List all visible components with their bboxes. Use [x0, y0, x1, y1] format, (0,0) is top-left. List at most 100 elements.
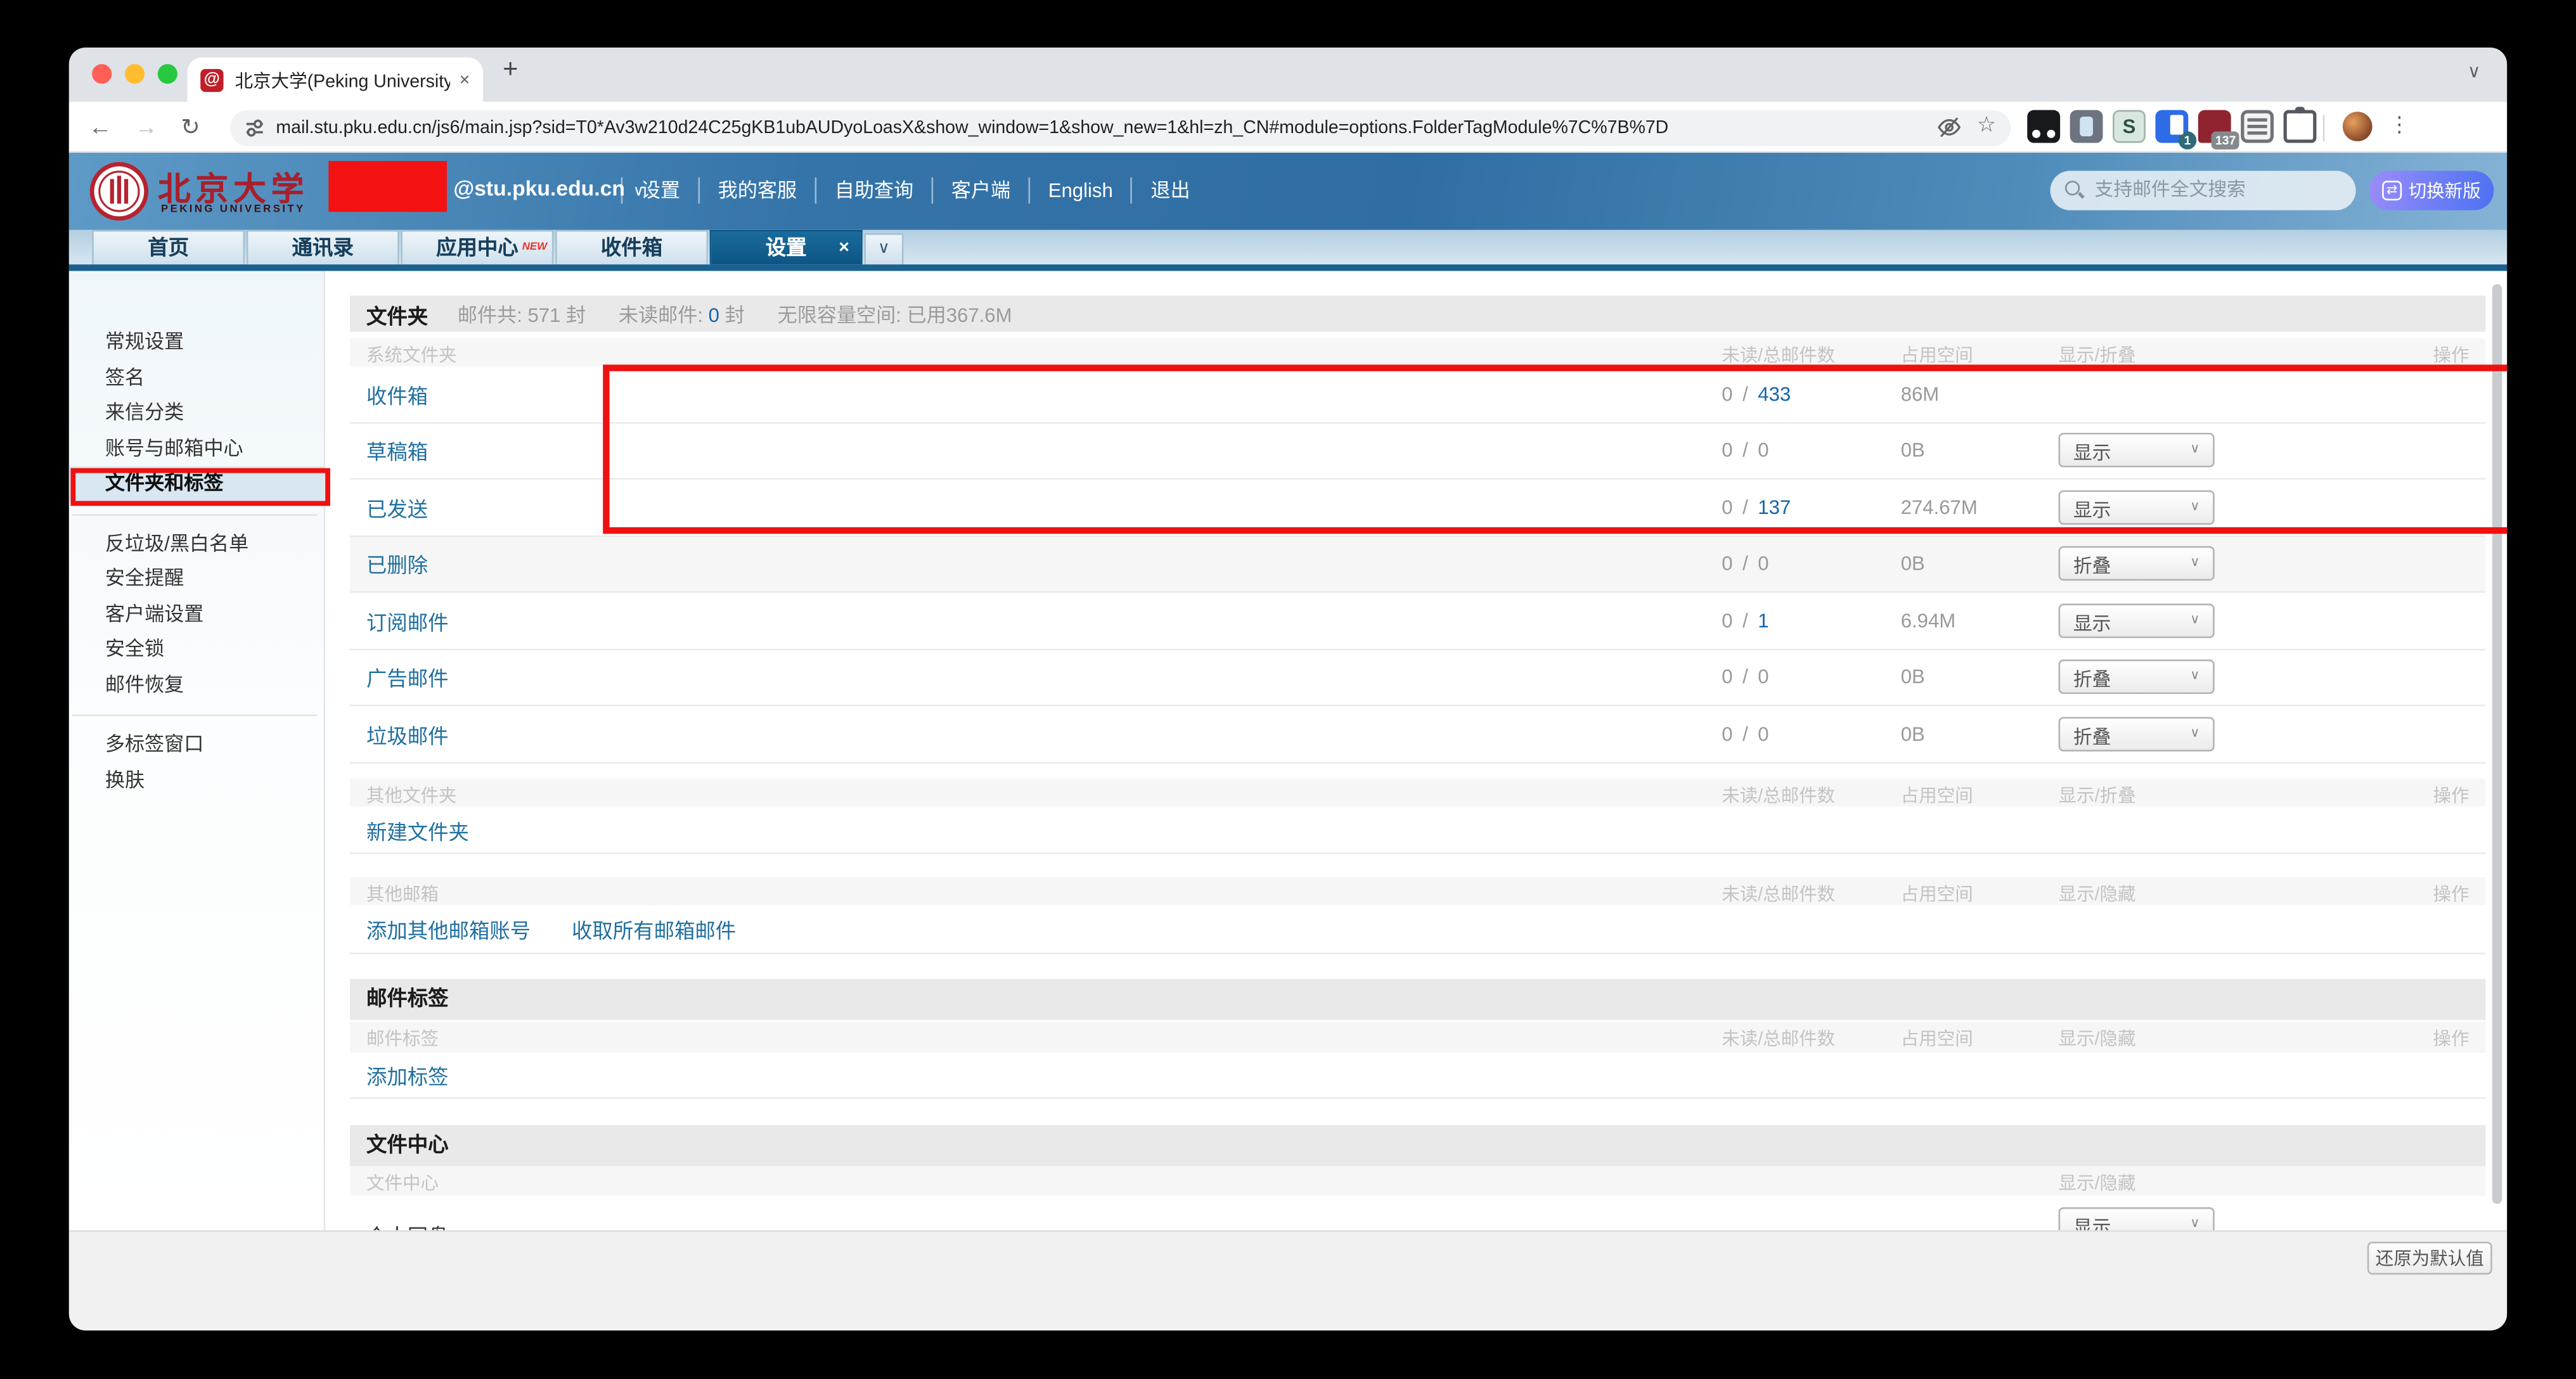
mail-tab[interactable]: 应用中心 NEW: [401, 230, 553, 264]
tab-overview-icon[interactable]: ∨: [2468, 61, 2481, 82]
folder-settings-content: 文件夹 邮件共: 571 封 未读邮件: 0 封 无限容量空间: 已用367.6…: [325, 271, 2507, 1231]
display-dropdown[interactable]: 折叠 ∨: [2059, 660, 2215, 694]
mail-tags-header: 邮件标签 未读/总邮件数 占用空间 显示/隐藏 操作: [350, 1022, 2485, 1053]
header-nav-link[interactable]: English: [1029, 177, 1131, 203]
site-settings-icon[interactable]: [243, 117, 266, 139]
size-cell: 0B: [1901, 722, 1925, 745]
mailbox-action-link[interactable]: 添加其他邮箱账号: [366, 913, 531, 944]
bookmark-star-icon[interactable]: ☆: [1977, 112, 1996, 138]
browser-menu-icon[interactable]: ⋮: [2388, 112, 2410, 138]
header-nav-link[interactable]: 我的客服: [699, 177, 815, 203]
extension-icon[interactable]: [2241, 110, 2274, 143]
header-nav-link[interactable]: 设置: [621, 177, 699, 203]
extension-icon[interactable]: S: [2113, 110, 2146, 143]
display-dropdown[interactable]: 显示 ∨: [2059, 603, 2215, 638]
mailbox-action-link[interactable]: 收取所有邮箱邮件: [572, 913, 736, 944]
eye-off-icon[interactable]: [1937, 115, 1962, 139]
table-row: 草稿箱 0/0 0B 显示 ∨: [350, 423, 2485, 479]
stat-unread-mail: 未读邮件: 0 封: [619, 300, 745, 328]
mail-tab[interactable]: 设置 ×: [710, 230, 863, 264]
back-button[interactable]: ←: [89, 113, 112, 139]
new-tab-button[interactable]: +: [503, 56, 518, 86]
redacted-account-name: [328, 161, 447, 212]
extension-badge: 1: [2179, 131, 2197, 150]
size-cell: 86M: [1901, 382, 1940, 405]
add-tag-link[interactable]: 添加标签: [366, 1060, 449, 1091]
size-cell: 6.94M: [1901, 609, 1955, 632]
folder-link[interactable]: 已删除: [366, 548, 428, 579]
page-title: 文件夹: [366, 298, 428, 329]
folder-link[interactable]: 收件箱: [366, 378, 428, 409]
mail-tab-close-icon[interactable]: ×: [839, 231, 849, 266]
sidebar-item[interactable]: 安全提醒: [69, 561, 324, 597]
unread-total-cell: 0/137: [1722, 496, 1791, 518]
chevron-down-icon: ∨: [2190, 555, 2199, 569]
unread-total-cell: 0/1: [1722, 609, 1768, 632]
sidebar-item[interactable]: 安全锁: [69, 632, 324, 668]
address-bar[interactable]: mail.stu.pku.edu.cn/js6/main.jsp?sid=T0*…: [230, 110, 2011, 146]
sidebar-item[interactable]: 账号与邮箱中心: [69, 431, 324, 466]
display-dropdown[interactable]: 显示 ∨: [2059, 490, 2215, 524]
folder-link[interactable]: 草稿箱: [366, 435, 428, 466]
table-row: 收件箱 0/433 86M: [350, 366, 2485, 423]
mail-tab-overflow[interactable]: ∨: [864, 233, 903, 264]
extension-icon[interactable]: [2284, 110, 2317, 143]
reset-defaults-button[interactable]: 还原为默认值: [2367, 1241, 2492, 1274]
extension-icon[interactable]: [2027, 110, 2060, 143]
mail-tab[interactable]: 首页: [92, 230, 245, 264]
display-dropdown[interactable]: 折叠 ∨: [2059, 546, 2215, 580]
pku-mail-favicon: @: [200, 68, 223, 91]
header-nav-link[interactable]: 客户端: [932, 177, 1029, 203]
sidebar-item[interactable]: 文件夹和标签: [69, 466, 324, 502]
sidebar-item[interactable]: 客户端设置: [69, 597, 324, 632]
new-folder-link[interactable]: 新建文件夹: [366, 814, 469, 845]
traffic-light-minimize[interactable]: [125, 64, 145, 84]
browser-toolbar: ← → ↻ mail.stu.pku.edu.cn/js6/main.jsp?s…: [69, 102, 2507, 153]
chevron-down-icon: ∨: [2190, 725, 2199, 740]
sidebar-item[interactable]: 来信分类: [69, 396, 324, 432]
header-nav-link[interactable]: 退出: [1131, 177, 1208, 203]
folder-link[interactable]: 已发送: [366, 492, 428, 523]
search-input[interactable]: [2051, 171, 2356, 210]
display-dropdown[interactable]: 显示 ∨: [2059, 433, 2215, 468]
extension-icon[interactable]: 1: [2155, 110, 2188, 143]
tab-close-icon[interactable]: ×: [460, 70, 470, 89]
traffic-light-maximize[interactable]: [158, 64, 177, 84]
account-email[interactable]: @stu.pku.edu.cn∨: [453, 176, 644, 200]
extension-badge: 137: [2212, 131, 2239, 150]
sidebar-item[interactable]: 多标签窗口: [69, 728, 324, 763]
extension-icon[interactable]: 137: [2198, 110, 2231, 143]
unread-total-cell: 0/0: [1722, 722, 1768, 745]
size-cell: 0B: [1901, 552, 1925, 575]
profile-avatar[interactable]: [2343, 112, 2373, 141]
traffic-light-close[interactable]: [92, 64, 112, 84]
table-row: 已删除 0/0 0B 折叠 ∨: [350, 536, 2485, 593]
display-dropdown[interactable]: 显示 ∨: [2059, 1207, 2215, 1230]
folder-link[interactable]: 广告邮件: [366, 662, 449, 693]
extension-icon[interactable]: [2070, 110, 2103, 143]
toolbar-divider: [2323, 115, 2325, 141]
mail-tab[interactable]: 收件箱: [555, 230, 708, 264]
table-row: 垃圾邮件 0/0 0B 折叠 ∨: [350, 706, 2485, 762]
browser-tab-active[interactable]: @ 北京大学(Peking University) ×: [187, 58, 483, 102]
reload-button[interactable]: ↻: [181, 113, 200, 141]
chevron-down-icon: ∨: [2190, 442, 2199, 456]
mail-tab[interactable]: 通讯录: [247, 230, 399, 264]
header-nav-link[interactable]: 自助查询: [815, 177, 932, 203]
folder-link[interactable]: 订阅邮件: [366, 605, 449, 636]
table-row: 订阅邮件 0/1 6.94M 显示 ∨: [350, 593, 2485, 650]
sidebar-item[interactable]: 签名: [69, 361, 324, 396]
sidebar-item[interactable]: 常规设置: [69, 325, 324, 361]
page-scrollbar[interactable]: [2492, 284, 2502, 1203]
browser-tab-title: 北京大学(Peking University): [235, 67, 449, 93]
sidebar-item[interactable]: 反垃圾/黑白名单: [69, 527, 324, 562]
folder-link[interactable]: 垃圾邮件: [366, 718, 449, 749]
header-nav: 设置我的客服自助查询客户端English退出: [621, 177, 1208, 203]
forward-button[interactable]: →: [135, 113, 158, 139]
display-dropdown[interactable]: 折叠 ∨: [2059, 717, 2215, 751]
sidebar-item[interactable]: 邮件恢复: [69, 668, 324, 703]
chevron-down-icon: ∨: [2190, 498, 2199, 513]
sidebar-item[interactable]: 换肤: [69, 763, 324, 799]
table-row: 已发送 0/137 274.67M 显示 ∨: [350, 480, 2485, 536]
switch-new-version-button[interactable]: ⇄ 切换新版: [2369, 171, 2494, 210]
